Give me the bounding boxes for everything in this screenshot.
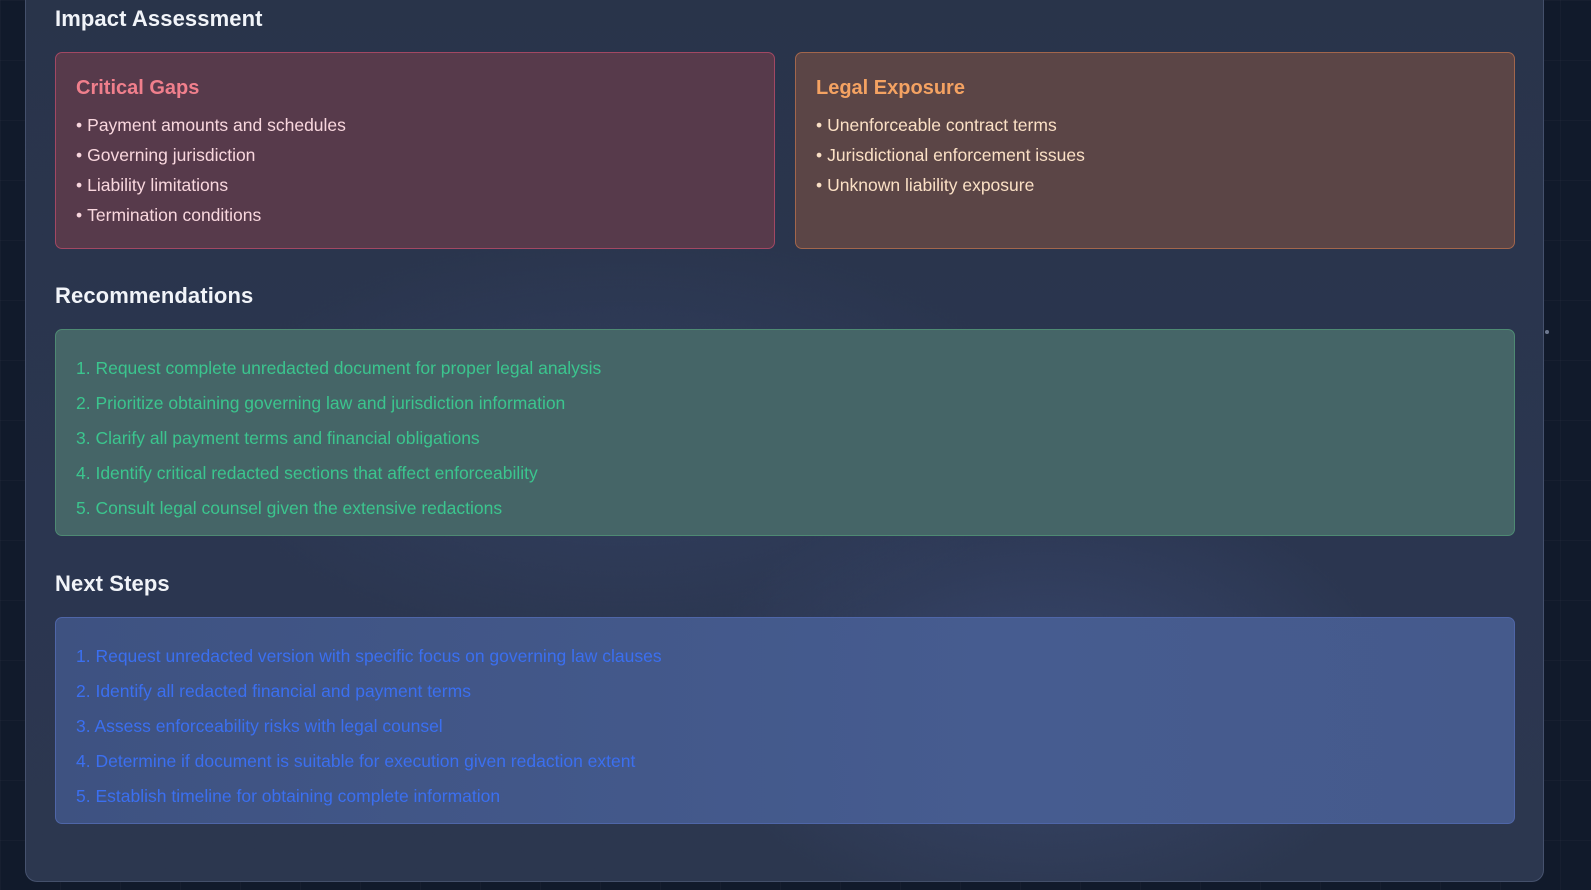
bullet-icon: • — [76, 205, 83, 225]
next-step-item: 1. Request unredacted version with speci… — [76, 646, 662, 666]
legal-exposure-item: • Jurisdictional enforcement issues — [816, 145, 1085, 165]
recommendation-item: 1. Request complete unredacted document … — [76, 358, 602, 378]
next-step-item: 5. Establish timeline for obtaining comp… — [76, 786, 501, 806]
recommendation-item: 3. Clarify all payment terms and financi… — [76, 428, 480, 448]
recommendations-heading: Recommendations — [55, 283, 254, 308]
critical-gaps-card: Critical Gaps • Payment amounts and sched… — [55, 52, 775, 249]
recommendation-item: 4. Identify critical redacted sections t… — [76, 463, 538, 483]
legal-exposure-card: Legal Exposure • Unenforceable contract t… — [795, 52, 1515, 249]
bullet-icon: • — [816, 145, 823, 165]
next-step-item: 2. Identify all redacted financial and p… — [76, 681, 471, 701]
legal-exposure-item: • Unenforceable contract terms — [816, 115, 1057, 135]
recommendations-list: 1. Request complete unredacted document … — [76, 351, 1494, 526]
bullet-icon: • — [816, 115, 823, 135]
recommendations-box: 1. Request complete unredacted document … — [55, 329, 1515, 536]
legal-exposure-list: • Unenforceable contract terms • Jurisdict… — [816, 110, 1494, 200]
next-step-item: 4. Determine if document is suitable for… — [76, 751, 636, 771]
critical-gap-item: • Payment amounts and schedules — [76, 115, 346, 135]
next-steps-heading: Next Steps — [55, 571, 170, 596]
bullet-icon: • — [76, 115, 83, 135]
recommendation-item: 2. Prioritize obtaining governing law an… — [76, 393, 566, 413]
scroll-indicator-dot — [1545, 330, 1549, 334]
critical-gap-item: • Termination conditions — [76, 205, 262, 225]
next-steps-list: 1. Request unredacted version with speci… — [76, 639, 1494, 814]
bullet-icon: • — [76, 175, 83, 195]
critical-gap-item: • Governing jurisdiction — [76, 145, 256, 165]
recommendation-item: 5. Consult legal counsel given the exten… — [76, 498, 503, 518]
impact-assessment-heading: Impact Assessment — [55, 6, 263, 31]
bullet-icon: • — [76, 145, 83, 165]
bullet-icon: • — [816, 175, 823, 195]
critical-gaps-title: Critical Gaps — [76, 77, 200, 99]
next-steps-box: 1. Request unredacted version with speci… — [55, 617, 1515, 824]
legal-exposure-item: • Unknown liability exposure — [816, 175, 1035, 195]
legal-exposure-title: Legal Exposure — [816, 77, 965, 99]
critical-gap-item: • Liability limitations — [76, 175, 229, 195]
critical-gaps-list: • Payment amounts and schedules • Governin… — [76, 110, 754, 230]
next-step-item: 3. Assess enforceability risks with lega… — [76, 716, 443, 736]
